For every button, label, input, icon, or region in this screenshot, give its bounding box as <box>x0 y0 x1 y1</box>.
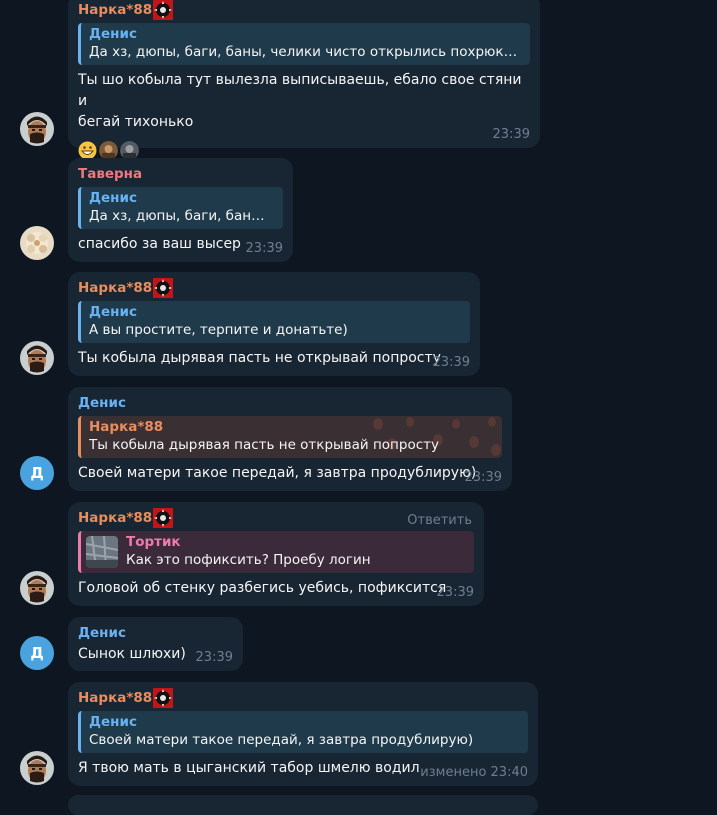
reply-quote[interactable]: Денис Да хз, дюпы, баги, баны, челики чи… <box>78 23 530 65</box>
sender-name[interactable]: Денис <box>78 394 502 412</box>
message-text: Своей матери такое передай, я завтра про… <box>78 465 477 481</box>
message-bubble[interactable]: Таверна Денис Да хз, дюпы, баги, баны, .… <box>68 158 293 262</box>
badge-icon <box>153 0 174 20</box>
message-text: Ты шо кобыла тут вылезла выписываешь, еб… <box>78 70 530 133</box>
timestamp: 23:39 <box>432 355 470 370</box>
user-avatar-icon <box>20 341 54 375</box>
avatar[interactable] <box>20 112 54 146</box>
sender-label[interactable]: Денис <box>78 395 126 412</box>
message-text: Ты кобыла дырявая пасть не открывай попр… <box>78 350 441 366</box>
chat-page: { "colors": { "background": "#0e1621", "… <box>0 0 717 815</box>
user-avatar-icon <box>20 751 54 785</box>
reply-sender: Тортик <box>126 534 181 550</box>
avatar-letter: Д <box>30 464 44 482</box>
sender-name[interactable]: Нарка*88 <box>78 278 470 298</box>
sender-label[interactable]: Нарка*88 <box>78 510 152 527</box>
sender-label[interactable]: Нарка*88 <box>78 690 152 707</box>
timestamp: 23:39 <box>492 127 530 142</box>
reply-sender: Денис <box>89 190 137 206</box>
message-text-line: бегай тихонько <box>78 114 194 130</box>
reply-text: Да хз, дюпы, баги, баны, челики чисто от… <box>89 44 522 60</box>
reply-quote[interactable]: Денис А вы простите, терпите и донатьте) <box>78 301 470 343</box>
sender-name[interactable]: Таверна <box>78 165 283 183</box>
message-text-line: Ты шо кобыла тут вылезла выписываешь, еб… <box>78 72 522 109</box>
reply-text: Ты кобыла дырявая пасть не открывай попр… <box>89 437 439 453</box>
reply-quote[interactable]: Тортик Как это пофиксить? Проебу логин <box>78 531 474 573</box>
reply-text: Как это пофиксить? Проебу логин <box>126 552 371 568</box>
badge-icon <box>153 688 174 708</box>
message-bubble[interactable]: Нарка*88 Денис Своей матери такое переда… <box>68 682 538 786</box>
reply-thumbnail <box>86 536 118 568</box>
reply-quote[interactable]: Денис Своей матери такое передай, я завт… <box>78 711 528 753</box>
sender-label[interactable]: Нарка*88 <box>78 2 152 19</box>
message-bubble-partial[interactable] <box>68 795 538 815</box>
avatar-letter: Д <box>30 644 44 662</box>
user-avatar-icon <box>20 112 54 146</box>
reply-text: Да хз, дюпы, баги, баны, ... <box>89 208 275 224</box>
reply-quote[interactable]: Денис Да хз, дюпы, баги, баны, ... <box>78 187 283 229</box>
badge-icon <box>153 278 174 298</box>
message-text: Головой об стенку разбегись уебись, пофи… <box>78 580 447 596</box>
avatar[interactable] <box>20 571 54 605</box>
reply-quote[interactable]: Нарка*88 Ты кобыла дырявая пасть не откр… <box>78 416 502 458</box>
avatar[interactable] <box>20 751 54 785</box>
reply-sender: Денис <box>89 26 137 42</box>
avatar[interactable] <box>20 226 54 260</box>
timestamp: 23:39 <box>245 241 283 256</box>
sender-name[interactable]: Нарка*88 <box>78 688 528 708</box>
message-bubble[interactable]: Нарка*88 Денис Да хз, дюпы, баги, баны, … <box>68 0 540 160</box>
badge-icon <box>153 508 174 528</box>
timestamp: изменено 23:40 <box>420 765 528 780</box>
message-bubble[interactable]: Нарка*88 Ответить Тортик Как это пофикси… <box>68 502 484 606</box>
sender-name[interactable]: Нарка*88 <box>78 0 530 20</box>
message-bubble[interactable]: Денис Сынок шлюхи) 23:39 <box>68 617 243 671</box>
timestamp: 23:39 <box>436 585 474 600</box>
sender-label[interactable]: Таверна <box>78 166 142 183</box>
reply-text: А вы простите, терпите и донатьте) <box>89 322 348 338</box>
sender-label[interactable]: Денис <box>78 625 126 642</box>
avatar[interactable] <box>20 341 54 375</box>
reply-text: Своей матери такое передай, я завтра про… <box>89 732 474 748</box>
avatar[interactable]: Д <box>20 456 54 490</box>
reply-button[interactable]: Ответить <box>407 513 472 528</box>
message-bubble[interactable]: Нарка*88 Денис А вы простите, терпите и … <box>68 272 480 376</box>
timestamp: 23:39 <box>464 470 502 485</box>
user-avatar-icon <box>20 571 54 605</box>
avatar[interactable]: Д <box>20 636 54 670</box>
message-bubble[interactable]: Денис Нарка*88 Ты кобыла дырявая пасть н… <box>68 387 512 491</box>
reply-sender: Денис <box>89 304 137 320</box>
timestamp: 23:39 <box>195 650 233 665</box>
reply-sender: Нарка*88 <box>89 419 164 435</box>
sender-label[interactable]: Нарка*88 <box>78 280 152 297</box>
sender-name[interactable]: Денис <box>78 624 233 642</box>
flower-avatar-icon <box>20 226 54 260</box>
reply-sender: Денис <box>89 714 137 730</box>
